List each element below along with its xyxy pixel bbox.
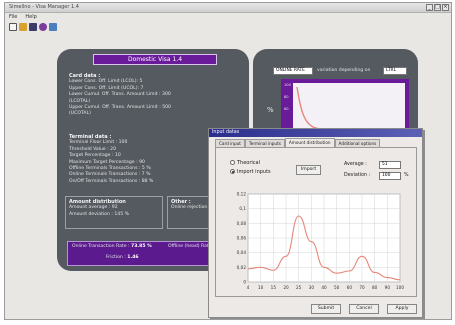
average-input[interactable]: 51	[379, 161, 401, 169]
tab-additional-options[interactable]: Additional options	[334, 139, 381, 147]
friction-value: 1.46	[127, 255, 139, 260]
theoretical-option[interactable]: Theorical	[230, 160, 271, 166]
panel-title: Domestic Visa 1.4	[93, 54, 217, 65]
other-section: Other : Online rejection	[167, 196, 211, 229]
online-rate-value: 73.85 %	[131, 244, 152, 249]
menu-bar: File Help	[5, 13, 451, 21]
import-label: Import inputs	[237, 169, 271, 175]
dialog-title: Input datas	[209, 129, 422, 137]
terminal-data-line: On/Off Terminals Transactions : 88 %	[69, 178, 154, 184]
amount-distribution-tab: Theorical Import inputs Import Average :…	[215, 147, 417, 297]
import-radio[interactable]	[230, 169, 235, 174]
deviation-input[interactable]: 100	[379, 172, 401, 180]
menu-help[interactable]: Help	[25, 14, 36, 20]
terminal-data-line: Online Terminals Transactions : 7 %	[69, 172, 151, 178]
tab-card-input[interactable]: Card input	[215, 139, 245, 147]
tab-amount-distribution[interactable]: Amount distribution	[284, 138, 335, 147]
mini-chart-tick: 100	[284, 83, 291, 87]
y-tick-label: 0,06	[237, 236, 247, 241]
amount-average-value: 92	[111, 205, 118, 211]
mini-chart-tick: 60	[284, 107, 289, 111]
tab-terminal-inputs[interactable]: Terminal inputs	[244, 139, 285, 147]
friction-label: Friction :	[106, 255, 126, 260]
mini-chart-y-label: %	[267, 106, 274, 114]
mini-chart-tick: 80	[284, 95, 289, 99]
card-data-line: (UCOTAL)	[69, 111, 91, 117]
input-datas-dialog: Input datas Card input Terminal inputs A…	[208, 128, 423, 318]
x-tick-label: 40	[321, 285, 327, 290]
x-tick-label: 90	[385, 285, 391, 290]
amount-distribution-section: Amount distribution Amount average : 92 …	[65, 196, 163, 229]
y-tick-label: 0	[243, 280, 246, 285]
x-tick-label: 4	[247, 285, 250, 290]
app-window: Simellno - Visa Manager 1.4 _ □ × File H…	[4, 2, 452, 320]
settings-icon[interactable]	[39, 22, 47, 31]
variation-label: variation depending on	[317, 68, 371, 73]
x-tick-label: 100	[396, 285, 404, 290]
import-button[interactable]: Import	[296, 165, 321, 175]
menu-file[interactable]: File	[9, 14, 17, 20]
x-tick-label: 70	[359, 285, 365, 290]
x-tick-label: 15	[271, 285, 277, 290]
deviation-unit: %	[404, 173, 409, 178]
x-tick-label: 50	[334, 285, 340, 290]
other-line: Online rejection	[171, 205, 208, 211]
open-icon[interactable]	[19, 22, 27, 31]
distribution-chart: 0 0,02 0,04 0,06 0,08 0,1 0,12 4 10 15 20 25 30 40 50 6…	[237, 192, 405, 291]
cancel-button[interactable]: Cancel	[349, 304, 379, 314]
y-tick-label: 0,02	[237, 265, 247, 270]
y-tick-label: 0,08	[237, 221, 247, 226]
submit-button[interactable]: Submit	[311, 304, 341, 314]
help-icon[interactable]	[49, 22, 57, 31]
variable-select[interactable]: LTRL	[383, 67, 407, 75]
x-tick-label: 80	[372, 285, 378, 290]
import-option[interactable]: Import inputs	[230, 169, 271, 175]
average-label: Average :	[344, 162, 367, 167]
y-tick-label: 0,04	[237, 250, 247, 255]
amount-average-label: Amount average :	[69, 205, 111, 211]
card-data-line: Lower Cumul. Off. Trans. Amount Limit : …	[69, 92, 171, 98]
x-tick-label: 60	[347, 285, 353, 290]
save-icon[interactable]	[29, 22, 37, 31]
x-tick-label: 30	[309, 285, 315, 290]
x-tick-label: 25	[296, 285, 302, 290]
online-rate-label: Online Transaction Rate :	[72, 244, 130, 249]
maximize-icon[interactable]: □	[434, 4, 441, 11]
toolbar	[7, 21, 57, 32]
rate-select[interactable]: ONLINE RATE	[273, 67, 313, 75]
window-title: Simellno - Visa Manager 1.4	[9, 4, 79, 10]
apply-button[interactable]: Apply	[387, 304, 417, 314]
offline-rate-label: Offline (head) Rate	[168, 244, 212, 249]
new-icon[interactable]	[9, 22, 17, 31]
results-box: Online Transaction Rate : 73.85 % Offlin…	[67, 241, 212, 266]
close-icon[interactable]: ×	[442, 4, 449, 11]
minimize-icon[interactable]: _	[426, 4, 433, 11]
x-tick-label: 10	[258, 285, 264, 290]
y-tick-label: 0,1	[239, 206, 246, 211]
amount-deviation-label: Amount deviation :	[69, 211, 113, 217]
title-bar: Simellno - Visa Manager 1.4 _ □ ×	[5, 3, 451, 13]
amount-deviation-value: 145 %	[114, 211, 129, 217]
y-tick-label: 0,12	[237, 192, 247, 197]
theoretical-label: Theorical	[237, 160, 261, 166]
deviation-label: Deviation :	[344, 173, 371, 178]
theoretical-radio[interactable]	[230, 160, 235, 165]
x-tick-label: 20	[283, 285, 289, 290]
